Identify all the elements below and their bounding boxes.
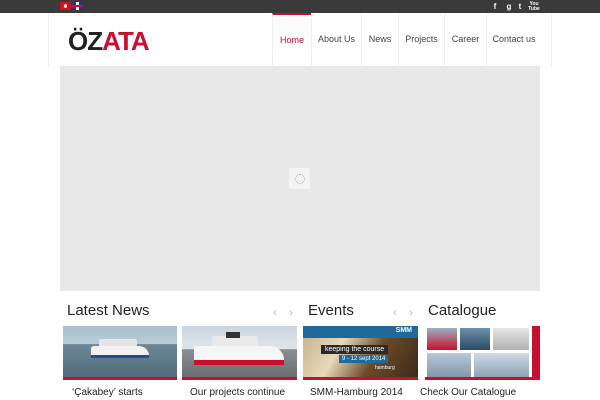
events-next-arrow-icon[interactable]: › [406,305,416,319]
events-title: Events [308,302,354,319]
banner-headline: keeping the course [321,345,389,354]
news-thumbnail-projects[interactable] [182,326,297,380]
top-bar: f g t You Tube [0,0,600,13]
twitter-icon[interactable]: t [514,1,526,12]
news-caption-cakabey[interactable]: ‘Çakabey’ starts [72,387,143,398]
events-prev-arrow-icon[interactable]: ‹ [390,305,400,319]
catalogue-photo [493,328,529,350]
nav-career[interactable]: Career [444,13,486,66]
catalogue-title: Catalogue [428,302,497,319]
nav-news[interactable]: News [361,13,398,66]
ozata-logo[interactable]: ÖZATA [68,21,150,61]
youtube-icon[interactable]: You Tube [527,2,541,12]
news-thumbnail-cakabey[interactable] [63,326,177,380]
banner-dates: 9 - 12 sept 2014 [339,355,389,363]
turkish-flag-icon[interactable] [60,2,71,10]
catalogue-photo [427,328,457,350]
catalogue-caption[interactable]: Check Our Catalogue [420,387,516,398]
event-caption-smm[interactable]: SMM-Hamburg 2014 [310,387,403,398]
catalogue-photo [460,328,490,350]
logo-wordmark: ÖZATA [68,26,150,56]
nav-about-us[interactable]: About Us [311,13,361,66]
nav-projects[interactable]: Projects [398,13,444,66]
ferry-stripe [91,355,149,358]
banner-smm-label: SMM [395,327,412,334]
catalogue-red-bar [532,326,540,377]
site-header: ÖZATA Home About Us News Projects Career… [48,13,552,66]
catalogue-photo [427,353,471,377]
ferry-bridge [226,332,240,338]
news-next-arrow-icon[interactable]: › [286,305,296,319]
loading-spinner-icon [289,168,310,189]
english-flag-icon[interactable] [72,2,83,10]
catalogue-thumbnail[interactable] [425,326,540,380]
news-caption-projects[interactable]: Our projects continue [190,387,285,398]
facebook-icon[interactable]: f [489,1,501,12]
nav-home[interactable]: Home [272,13,311,66]
news-prev-arrow-icon[interactable]: ‹ [270,305,280,319]
banner-city: hamburg [375,365,395,371]
hero-slider[interactable] [60,66,540,291]
latest-news-title: Latest News [67,302,150,319]
nav-contact-us[interactable]: Contact us [486,13,541,66]
ferry-keel [194,360,284,365]
catalogue-photo [474,353,529,377]
event-thumbnail-smm[interactable]: SMM keeping the course 9 - 12 sept 2014 … [303,326,418,380]
